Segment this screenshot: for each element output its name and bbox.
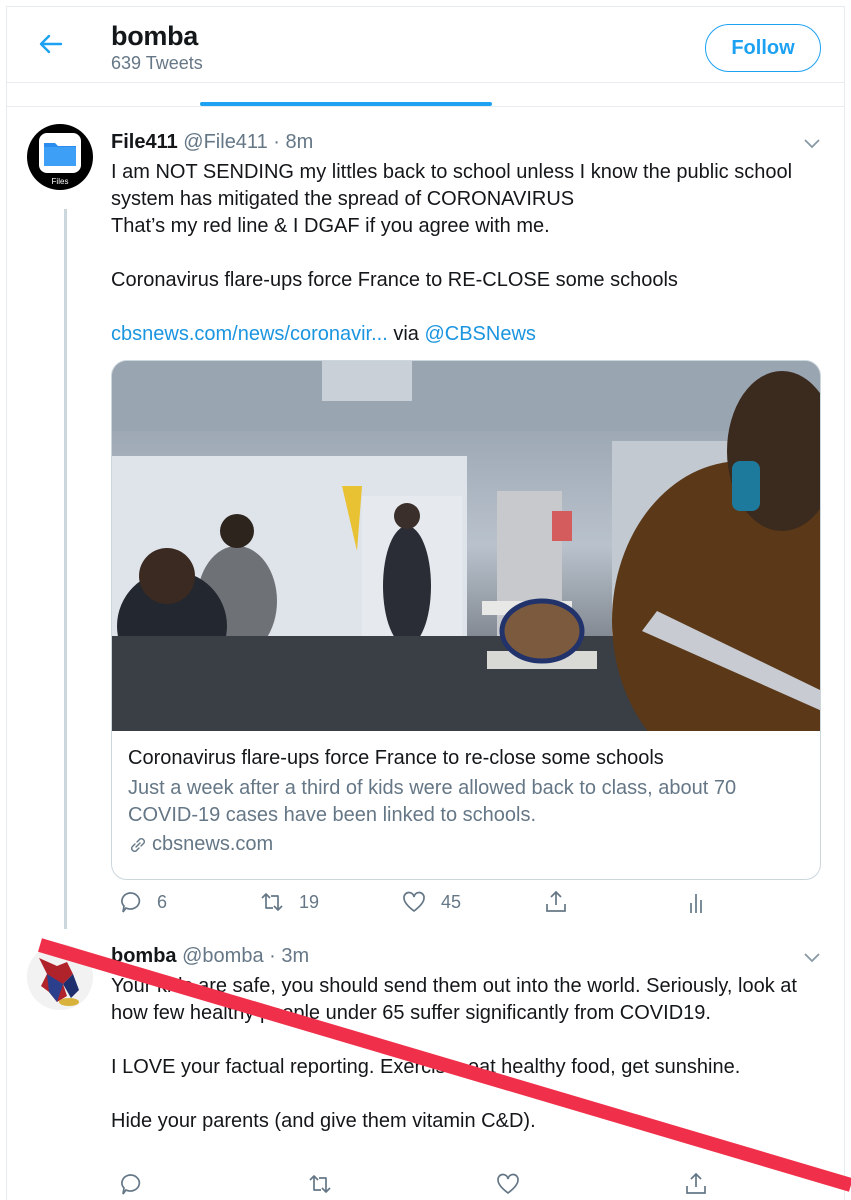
tweet-actions xyxy=(111,1171,731,1200)
active-tab-indicator[interactable] xyxy=(200,102,492,106)
tweet-text: Your kids are safe, you should send them… xyxy=(111,973,821,1135)
like-count: 45 xyxy=(441,891,462,912)
tweet-menu-button[interactable] xyxy=(803,137,821,149)
retweet-icon xyxy=(309,1175,331,1193)
tweet-text: I am NOT SENDING my littles back to scho… xyxy=(111,159,821,348)
separator: · xyxy=(269,945,276,967)
chevron-down-icon xyxy=(804,139,820,149)
avatar[interactable] xyxy=(27,944,93,1010)
heart-icon xyxy=(403,891,425,913)
tweet-line: I LOVE your factual reporting. Exercise,… xyxy=(111,1056,741,1078)
profile-name: bomba xyxy=(111,21,199,51)
tweet-line xyxy=(111,1027,821,1054)
folder-icon: Files xyxy=(39,133,81,186)
like-button[interactable] xyxy=(495,1171,521,1197)
reply-icon xyxy=(121,892,141,913)
tweet-count: 639 Tweets xyxy=(111,53,203,73)
avatar[interactable]: Files xyxy=(27,124,93,190)
reply-button[interactable] xyxy=(117,1171,143,1197)
card-domain-text: cbsnews.com xyxy=(152,833,274,855)
analytics-button[interactable] xyxy=(683,889,709,915)
tweet-bomba[interactable]: bomba @bomba · 3m Your kids are safe, yo… xyxy=(7,937,844,1200)
via-text: via xyxy=(387,323,425,345)
svg-text:Files: Files xyxy=(52,177,69,186)
chevron-down-icon xyxy=(804,953,820,963)
follow-button[interactable]: Follow xyxy=(705,24,821,72)
separator: · xyxy=(273,131,280,153)
share-icon xyxy=(686,1172,706,1194)
handle[interactable]: @bomba xyxy=(182,945,263,967)
reply-count: 6 xyxy=(157,891,168,912)
card-title: Coronavirus flare-ups force France to re… xyxy=(128,747,664,769)
timestamp[interactable]: 3m xyxy=(281,945,309,967)
retweet-button[interactable]: 19 xyxy=(259,889,319,915)
tweet-line: That’s my red line & I DGAF if you agree… xyxy=(111,215,550,237)
share-button[interactable] xyxy=(683,1171,709,1197)
tweet-line: I am NOT SENDING my littles back to scho… xyxy=(111,161,793,210)
tab-bar xyxy=(7,83,844,107)
card-domain: cbsnews.com xyxy=(128,833,273,856)
tweet-line: Coronavirus flare-ups force France to RE… xyxy=(111,269,678,291)
tweet-actions: 6 19 45 xyxy=(111,889,731,919)
avatar-image xyxy=(27,944,93,1010)
tweet-file411[interactable]: Files File411 @File411 · 8m I am NOT SEN… xyxy=(7,117,844,937)
reply-icon xyxy=(121,1174,141,1195)
back-button[interactable] xyxy=(35,29,65,59)
reply-button[interactable]: 6 xyxy=(117,889,167,915)
link-icon xyxy=(131,837,145,852)
profile-header: bomba 639 Tweets Follow xyxy=(7,7,844,83)
display-name[interactable]: bomba xyxy=(111,945,177,967)
tweet-header: bomba @bomba · 3m xyxy=(111,945,309,968)
tweet-line: Hide your parents (and give them vitamin… xyxy=(111,1110,536,1132)
tweet-header: File411 @File411 · 8m xyxy=(111,131,313,154)
card-image xyxy=(112,361,820,731)
retweet-count: 19 xyxy=(299,891,320,912)
arrow-left-icon xyxy=(39,34,63,54)
card-description: Just a week after a third of kids were a… xyxy=(128,777,737,826)
share-icon xyxy=(546,890,566,912)
analytics-icon xyxy=(690,894,702,913)
heart-icon xyxy=(497,1173,519,1195)
tweet-line xyxy=(111,1081,821,1108)
like-button[interactable]: 45 xyxy=(401,889,461,915)
thread-line xyxy=(64,209,67,929)
via-mention[interactable]: @CBSNews xyxy=(424,323,535,345)
timeline-frame: bomba 639 Tweets Follow Files File411 @F… xyxy=(6,6,845,1200)
share-button[interactable] xyxy=(543,889,569,915)
handle[interactable]: @File411 xyxy=(183,131,267,153)
link-card[interactable]: Coronavirus flare-ups force France to re… xyxy=(111,360,821,880)
timestamp[interactable]: 8m xyxy=(286,131,314,153)
tweet-menu-button[interactable] xyxy=(803,951,821,963)
tweet-line xyxy=(111,240,821,267)
retweet-button[interactable] xyxy=(307,1171,333,1197)
tweet-line xyxy=(111,294,821,321)
article-link[interactable]: cbsnews.com/news/coronavir... xyxy=(111,323,388,345)
tweet-line: Your kids are safe, you should send them… xyxy=(111,975,797,1024)
retweet-icon xyxy=(261,893,283,911)
display-name[interactable]: File411 xyxy=(111,131,178,153)
tweet-link-line: cbsnews.com/news/coronavir... via @CBSNe… xyxy=(111,321,821,348)
